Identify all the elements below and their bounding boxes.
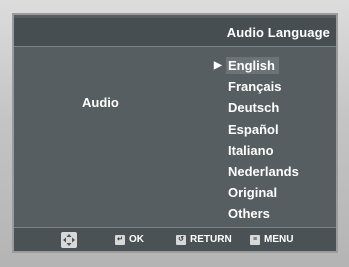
- option-label: Français: [228, 79, 282, 95]
- option-label: Others: [228, 206, 270, 222]
- option-label: Deutsch: [228, 100, 280, 116]
- option-label: English: [226, 57, 279, 74]
- option-label: Español: [228, 121, 279, 137]
- menu-label: MENU: [264, 234, 294, 245]
- selection-arrow-icon: ▶: [214, 60, 222, 71]
- audio-section-label: Audio: [82, 95, 119, 110]
- menu-title: Audio Language: [226, 25, 330, 40]
- return-icon: ↺: [176, 234, 186, 245]
- option-nederlands[interactable]: Nederlands: [226, 161, 303, 182]
- language-options-list: ▶ English Français Deutsch Español Itali…: [214, 55, 303, 225]
- option-deutsch[interactable]: Deutsch: [226, 97, 303, 118]
- option-italiano[interactable]: Italiano: [226, 140, 303, 161]
- option-english[interactable]: ▶ English: [214, 55, 303, 76]
- osd-screen: Audio Language Audio ▶ English Français …: [12, 13, 338, 253]
- option-label: Nederlands: [228, 163, 299, 179]
- option-label: Italiano: [228, 142, 274, 158]
- ok-label: OK: [129, 234, 144, 245]
- option-original[interactable]: Original: [226, 182, 303, 203]
- option-francais[interactable]: Français: [226, 76, 303, 97]
- ok-key[interactable]: ↵ OK: [115, 234, 144, 245]
- option-label: Original: [228, 185, 278, 201]
- enter-icon: ↵: [115, 234, 125, 245]
- title-divider: [14, 46, 336, 47]
- dpad-icon: [61, 232, 77, 248]
- menu-key[interactable]: ≡ MENU: [250, 234, 293, 245]
- menu-icon: ≡: [250, 234, 260, 245]
- option-others[interactable]: Others: [226, 203, 303, 224]
- footer-bar: ↵ OK ↺ RETURN ≡ MENU: [14, 228, 336, 251]
- title-bar: Audio Language: [14, 18, 336, 46]
- return-key[interactable]: ↺ RETURN: [176, 234, 232, 245]
- return-label: RETURN: [190, 234, 232, 245]
- option-espanol[interactable]: Español: [226, 119, 303, 140]
